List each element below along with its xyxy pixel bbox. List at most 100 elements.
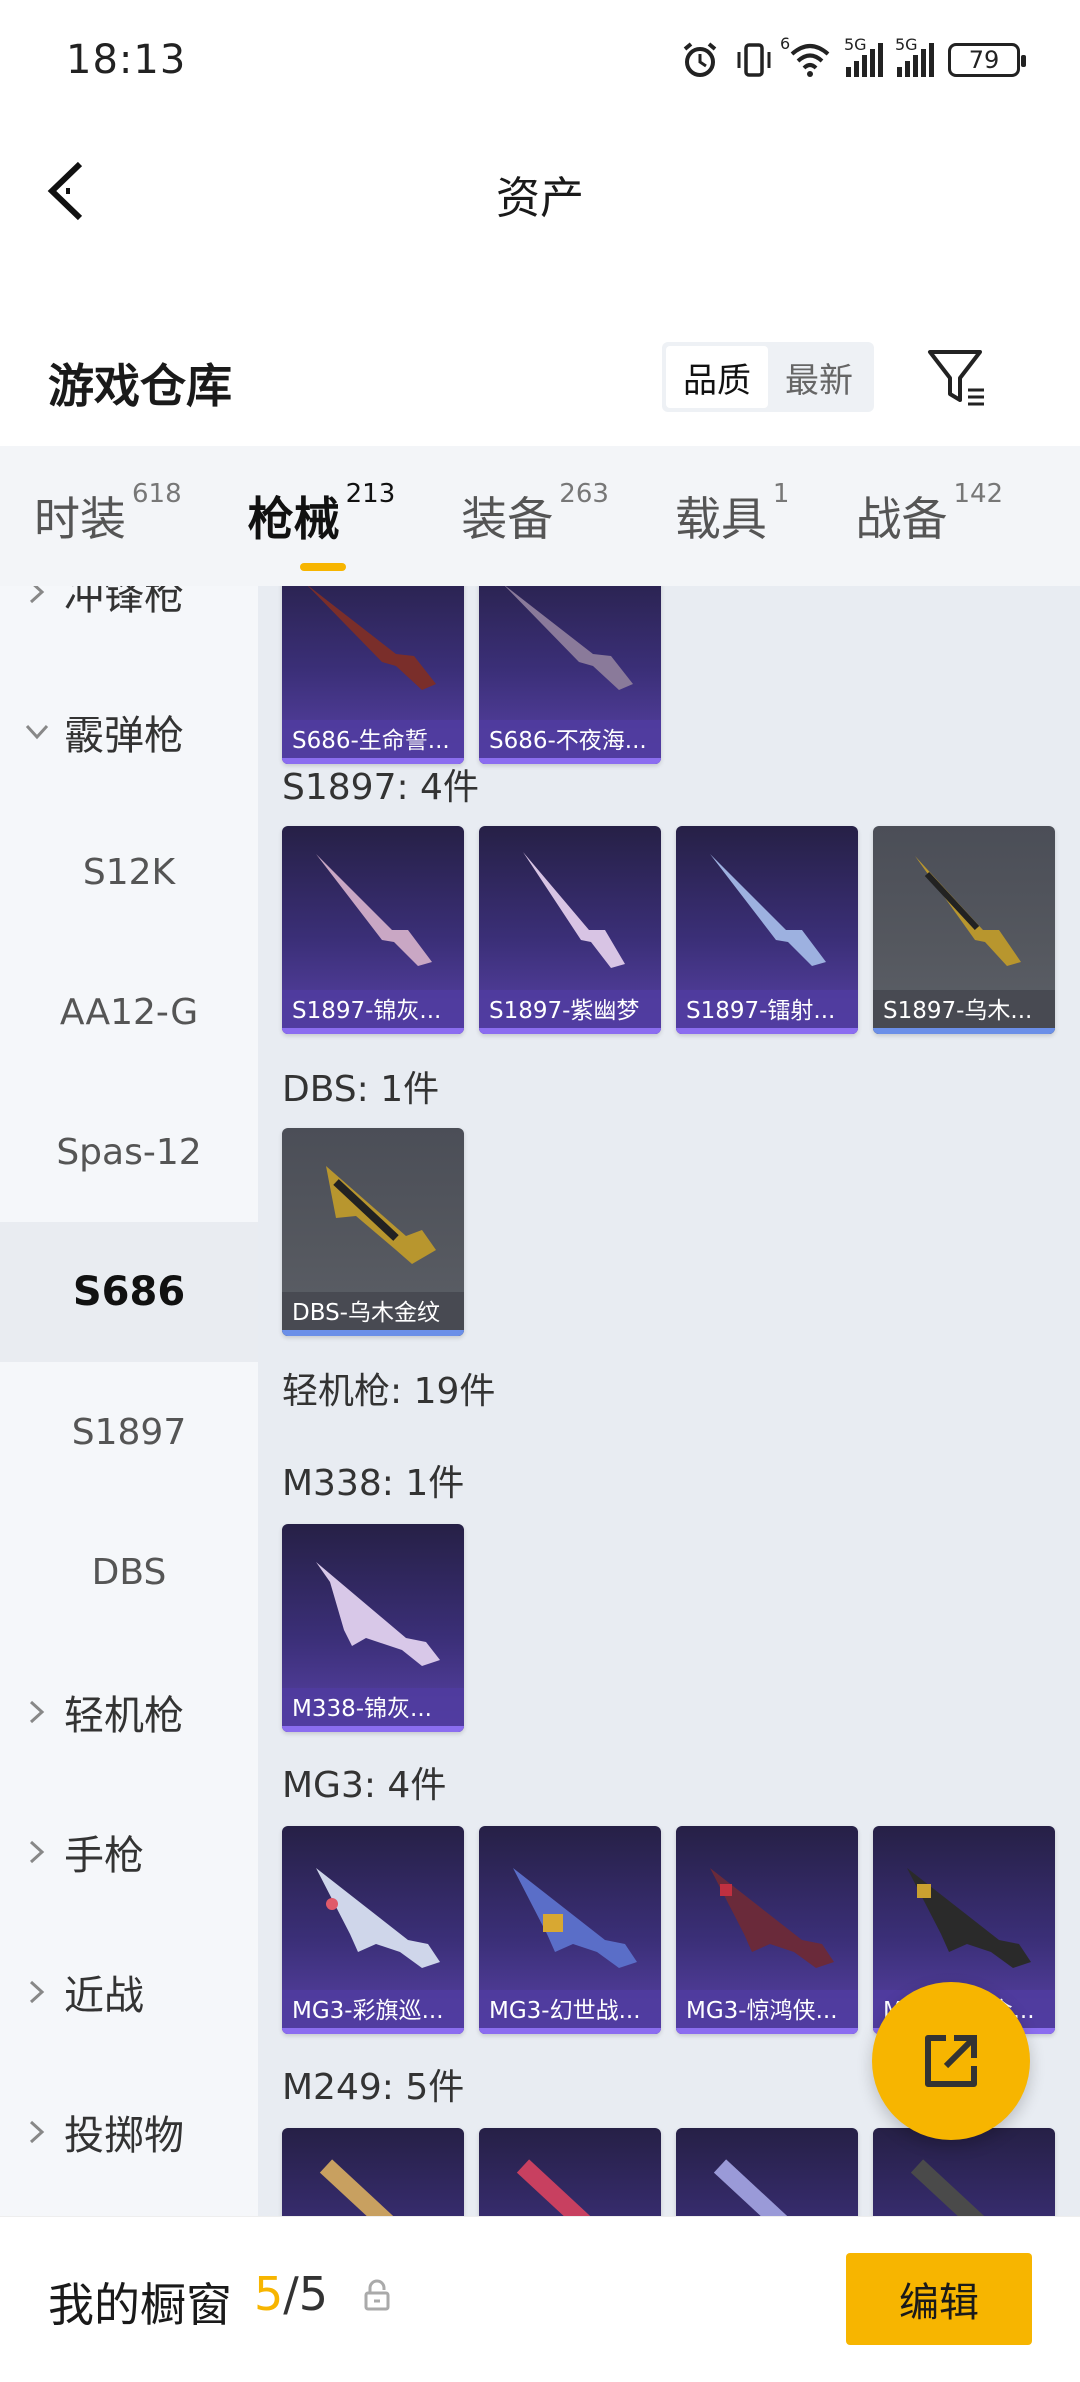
showcase-label: 我的橱窗: [48, 2278, 232, 2332]
filter-button[interactable]: [924, 344, 990, 410]
tab-label: 时装: [34, 492, 126, 546]
rarity-bar: [676, 1028, 858, 1034]
weapon-card[interactable]: MG3-惊鸿侠...: [676, 1826, 858, 2034]
weapon-card[interactable]: [676, 2128, 858, 2216]
warehouse-title: 游戏仓库: [48, 359, 232, 413]
tab-label: 战备: [855, 492, 948, 546]
tab-weapons[interactable]: 枪械 213: [247, 479, 395, 571]
alarm-icon: [680, 40, 720, 80]
sidebar-item-throwable[interactable]: 投掷物: [0, 2062, 258, 2202]
weapon-card[interactable]: S1897-镭射...: [676, 826, 858, 1034]
tab-count: 618: [132, 479, 182, 509]
sidebar-item-pistol[interactable]: 手枪: [0, 1782, 258, 1922]
lmg-image-icon: [710, 1868, 834, 1968]
chevron-right-icon: [22, 2117, 52, 2147]
tab-label: 载具: [674, 492, 767, 546]
sidebar-item-label: S12K: [82, 851, 176, 893]
weapon-grid: S686-生命誓... S686-不夜海... S1897: 4件 S1897-…: [258, 586, 1080, 2216]
sidebar-item-shotgun[interactable]: 霰弹枪: [0, 662, 258, 802]
rarity-bar: [282, 1028, 464, 1034]
weapon-card[interactable]: MG3-幻世战...: [479, 1826, 661, 2034]
rarity-bar: [282, 1726, 464, 1732]
lmg-image-icon: [516, 2159, 591, 2216]
weapon-card[interactable]: S686-生命誓...: [282, 586, 464, 764]
tab-label: 枪械: [247, 492, 340, 546]
sidebar-item-s686[interactable]: S686: [0, 1222, 258, 1362]
lmg-image-icon: [319, 2159, 394, 2216]
rarity-bar: [676, 2028, 858, 2034]
shotgun-image-icon: [307, 586, 436, 690]
weapon-card[interactable]: [873, 2128, 1055, 2216]
filter-icon: [928, 350, 984, 406]
sidebar-item-label: 手枪: [64, 1833, 144, 1879]
weapon-card[interactable]: S1897-乌木...: [873, 826, 1055, 1034]
shotgun-image-icon: [915, 856, 1021, 966]
nav-bar: 资产: [0, 120, 1080, 260]
chevron-right-icon: [22, 1697, 52, 1727]
sidebar-item-smg[interactable]: 冲锋枪: [0, 586, 258, 662]
sidebar-item-label: S1897: [71, 1411, 187, 1453]
shotgun-image-icon: [523, 852, 625, 968]
bottom-bar: 我的橱窗 5/5 编辑: [0, 2216, 1080, 2382]
sort-quality-option[interactable]: 品质: [666, 346, 768, 408]
rarity-bar: [479, 2028, 661, 2034]
weapon-card[interactable]: [282, 2128, 464, 2216]
signal-icon-2: 5G: [895, 35, 934, 77]
sidebar-item-label: S686: [72, 1269, 186, 1315]
edit-button[interactable]: 编辑: [846, 2253, 1032, 2345]
battery-level: 79: [968, 46, 1000, 74]
sort-toggle: 品质 最新: [662, 342, 874, 412]
weapon-card[interactable]: S1897-锦灰...: [282, 826, 464, 1034]
signal-icon-1: 5G: [844, 35, 883, 77]
vibrate-icon: [734, 40, 774, 80]
tab-supplies[interactable]: 战备 142: [855, 479, 1003, 549]
weapon-card[interactable]: S1897-紫幽梦: [479, 826, 661, 1034]
section-title-mg3: MG3: 4件: [282, 1765, 447, 1806]
weapon-card[interactable]: DBS-乌木金纹: [282, 1128, 464, 1336]
wifi-icon: 6: [780, 34, 832, 78]
showcase-current: 5: [254, 2267, 284, 2321]
sidebar-item-label: 投掷物: [64, 2113, 184, 2159]
sidebar-item-label: DBS: [91, 1551, 167, 1593]
weapon-card[interactable]: M338-锦灰...: [282, 1524, 464, 1732]
rarity-bar: [873, 1028, 1055, 1034]
weapon-card[interactable]: MG3-彩旗巡...: [282, 1826, 464, 2034]
tab-label: 装备: [461, 492, 554, 546]
tab-vehicles[interactable]: 载具 1: [674, 479, 790, 549]
category-tabs: 时装 618 枪械 213 装备 263 载具 1 战备 142: [0, 446, 1080, 586]
lmg-image-icon: [316, 1562, 440, 1666]
status-icons: 6 5G 5G 79: [680, 34, 1026, 80]
sidebar-item-label: Spas-12: [56, 1131, 202, 1173]
sidebar-item-s1897[interactable]: S1897: [0, 1362, 258, 1502]
rarity-bar: [282, 1330, 464, 1336]
sidebar-item-aa12g[interactable]: AA12-G: [0, 942, 258, 1082]
showcase-total: 5: [298, 2267, 329, 2321]
shotgun-image-icon: [504, 586, 633, 690]
shotgun-image-icon: [316, 854, 432, 966]
rarity-bar: [479, 758, 661, 764]
sidebar-item-lmg[interactable]: 轻机枪: [0, 1642, 258, 1782]
lmg-image-icon: [316, 1868, 440, 1968]
warehouse-header: 游戏仓库 品质 最新: [0, 320, 1080, 440]
signal-tag-1: 5G: [844, 35, 867, 54]
weapon-card[interactable]: S686-不夜海...: [479, 586, 661, 764]
tab-fashion[interactable]: 时装 618: [34, 479, 182, 549]
share-button[interactable]: [872, 1982, 1030, 2140]
chevron-right-icon: [22, 1837, 52, 1867]
sidebar-item-spas12[interactable]: Spas-12: [0, 1082, 258, 1222]
sidebar-item-label: 近战: [64, 1973, 144, 2019]
chevron-right-icon: [22, 586, 52, 607]
share-icon: [925, 2035, 977, 2087]
tab-equipment[interactable]: 装备 263: [461, 479, 609, 549]
tab-count: 263: [559, 479, 609, 509]
weapon-card[interactable]: [479, 2128, 661, 2216]
sort-newest-option[interactable]: 最新: [768, 346, 870, 408]
sidebar-item-label: 冲锋枪: [64, 586, 184, 619]
rarity-bar: [479, 1028, 661, 1034]
shotgun-image-icon: [326, 1166, 436, 1264]
sidebar-item-s12k[interactable]: S12K: [0, 802, 258, 942]
sidebar-item-dbs[interactable]: DBS: [0, 1502, 258, 1642]
tab-count: 142: [953, 479, 1004, 509]
sidebar-item-melee[interactable]: 近战: [0, 1922, 258, 2062]
lmg-image-icon: [907, 1868, 1031, 1968]
